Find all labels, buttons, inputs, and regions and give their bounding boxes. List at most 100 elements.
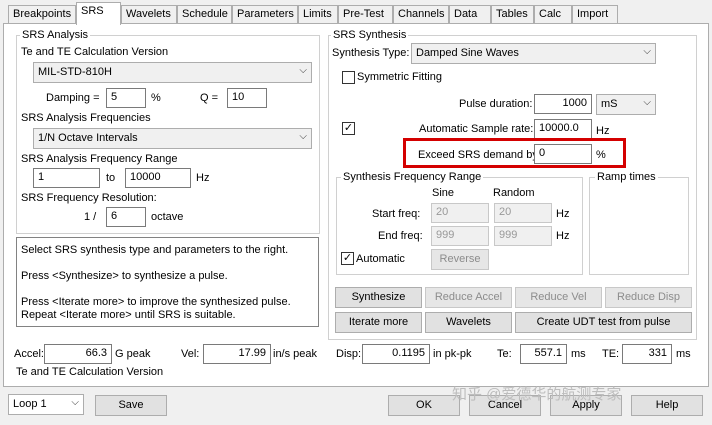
range-from-input[interactable]: 1	[33, 168, 100, 188]
te-value: 557.1	[520, 344, 567, 364]
calc-version-text: Te and TE Calculation Version	[16, 366, 164, 378]
calc-version-label: Te and TE Calculation Version	[21, 46, 169, 58]
chevron-down-icon: ⌵	[71, 397, 79, 408]
damping-input[interactable]: 5	[106, 88, 146, 108]
analysis-frequencies-select[interactable]: 1/N Octave Intervals ⌵	[33, 128, 312, 149]
end-freq-sine-input[interactable]: 999	[431, 226, 489, 246]
tE-value: 331	[622, 344, 672, 364]
tab-srs[interactable]: SRS	[76, 2, 121, 25]
q-input[interactable]: 10	[227, 88, 267, 108]
q-label: Q =	[200, 92, 219, 104]
iterate-more-button[interactable]: Iterate more	[335, 312, 422, 333]
end-freq-random-input[interactable]: 999	[494, 226, 552, 246]
vel-unit: in/s peak	[273, 348, 318, 360]
save-button[interactable]: Save	[95, 395, 167, 416]
damping-unit: %	[151, 92, 161, 104]
analysis-frequencies-label: SRS Analysis Frequencies	[21, 112, 151, 124]
watermark-text: 知乎 @爱德华的航测专家	[452, 386, 622, 403]
range-to-input[interactable]: 10000	[125, 168, 191, 188]
synthesis-type-value: Damped Sine Waves	[416, 47, 519, 59]
highlight-box	[403, 138, 626, 168]
synthesis-type-label: Synthesis Type:	[332, 47, 410, 59]
synthesize-button[interactable]: Synthesize	[335, 287, 422, 308]
tab-channels[interactable]: Channels	[393, 5, 449, 24]
start-freq-label: Start freq:	[372, 208, 421, 220]
frequency-resolution-label: SRS Frequency Resolution:	[21, 192, 157, 204]
pulse-duration-label: Pulse duration:	[459, 98, 533, 110]
tab-calc[interactable]: Calc	[534, 5, 572, 24]
accel-unit: G peak	[115, 348, 151, 360]
calc-version-value: MIL-STD-810H	[38, 66, 112, 78]
automatic-label: Automatic	[356, 253, 405, 265]
symmetric-fitting-checkbox[interactable]	[342, 71, 355, 84]
disp-label: Disp:	[336, 348, 362, 360]
tab-bar: Breakpoints SRS Wavelets Schedule Parame…	[0, 0, 712, 25]
pulse-duration-unit-select[interactable]: mS ⌵	[596, 94, 656, 115]
te-unit: ms	[571, 348, 586, 360]
end-freq-unit: Hz	[556, 230, 570, 242]
sine-header: Sine	[432, 187, 455, 199]
range-to-label: to	[106, 172, 116, 184]
disp-value: 0.1195	[362, 344, 430, 364]
calc-version-select[interactable]: MIL-STD-810H ⌵	[33, 62, 312, 83]
wavelets-button[interactable]: Wavelets	[425, 312, 512, 333]
synthesis-type-select[interactable]: Damped Sine Waves ⌵	[411, 43, 656, 64]
vel-value: 17.99	[203, 344, 271, 364]
random-header: Random	[493, 187, 535, 199]
te-label: Te:	[497, 348, 512, 360]
tE-unit: ms	[676, 348, 691, 360]
start-freq-sine-input[interactable]: 20	[431, 203, 489, 223]
tab-wavelets[interactable]: Wavelets	[121, 5, 177, 24]
auto-sample-rate-unit: Hz	[596, 125, 610, 137]
instructions-text: Select SRS synthesis type and parameters…	[16, 237, 319, 327]
tab-breakpoints[interactable]: Breakpoints	[8, 5, 76, 24]
loop-select[interactable]: Loop 1 ⌵	[8, 394, 84, 415]
auto-sample-rate-label: Automatic Sample rate:	[419, 123, 534, 135]
tab-data[interactable]: Data	[449, 5, 491, 24]
chevron-down-icon: ⌵	[299, 131, 307, 142]
auto-sample-rate-checkbox[interactable]: ✓	[342, 122, 355, 135]
start-freq-random-input[interactable]: 20	[494, 203, 552, 223]
loop-value: Loop 1	[13, 398, 47, 410]
accel-label: Accel:	[14, 348, 44, 360]
ramp-times-group	[589, 177, 689, 275]
disp-unit: in pk-pk	[433, 348, 472, 360]
ok-button[interactable]: OK	[388, 395, 460, 416]
automatic-checkbox[interactable]: ✓	[341, 252, 354, 265]
tE-label: TE:	[602, 348, 620, 360]
tab-import[interactable]: Import	[572, 5, 618, 24]
tab-pre-test[interactable]: Pre-Test	[338, 5, 393, 24]
reduce-disp-button[interactable]: Reduce Disp	[605, 287, 692, 308]
accel-value: 66.3	[44, 344, 112, 364]
tab-parameters[interactable]: Parameters	[232, 5, 298, 24]
vel-label: Vel:	[181, 348, 200, 360]
help-button[interactable]: Help	[631, 395, 703, 416]
chevron-down-icon: ⌵	[299, 65, 307, 76]
resolution-input[interactable]: 6	[106, 207, 146, 227]
reduce-accel-button[interactable]: Reduce Accel	[425, 287, 512, 308]
synthesis-range-title: Synthesis Frequency Range	[341, 171, 484, 183]
reduce-vel-button[interactable]: Reduce Vel	[515, 287, 602, 308]
tab-tables[interactable]: Tables	[491, 5, 534, 24]
end-freq-label: End freq:	[378, 230, 423, 242]
damping-label: Damping =	[46, 92, 100, 104]
reverse-button[interactable]: Reverse	[431, 249, 489, 270]
chevron-down-icon: ⌵	[643, 46, 651, 57]
start-freq-unit: Hz	[556, 208, 570, 220]
symmetric-fitting-label: Symmetric Fitting	[357, 71, 442, 83]
range-unit: Hz	[196, 172, 210, 184]
pulse-duration-unit: mS	[601, 98, 618, 110]
frequency-range-label: SRS Analysis Frequency Range	[21, 153, 178, 165]
tab-limits[interactable]: Limits	[298, 5, 338, 24]
create-udt-button[interactable]: Create UDT test from pulse	[515, 312, 692, 333]
resolution-prefix: 1 /	[84, 211, 97, 223]
srs-analysis-title: SRS Analysis	[20, 29, 91, 41]
chevron-down-icon: ⌵	[643, 97, 651, 108]
ramp-times-title: Ramp times	[595, 171, 658, 183]
tab-schedule[interactable]: Schedule	[177, 5, 232, 24]
pulse-duration-input[interactable]: 1000	[534, 94, 592, 114]
analysis-frequencies-value: 1/N Octave Intervals	[38, 132, 138, 144]
resolution-unit: octave	[151, 211, 184, 223]
auto-sample-rate-input[interactable]: 10000.0	[534, 119, 592, 139]
srs-synthesis-title: SRS Synthesis	[331, 29, 409, 41]
